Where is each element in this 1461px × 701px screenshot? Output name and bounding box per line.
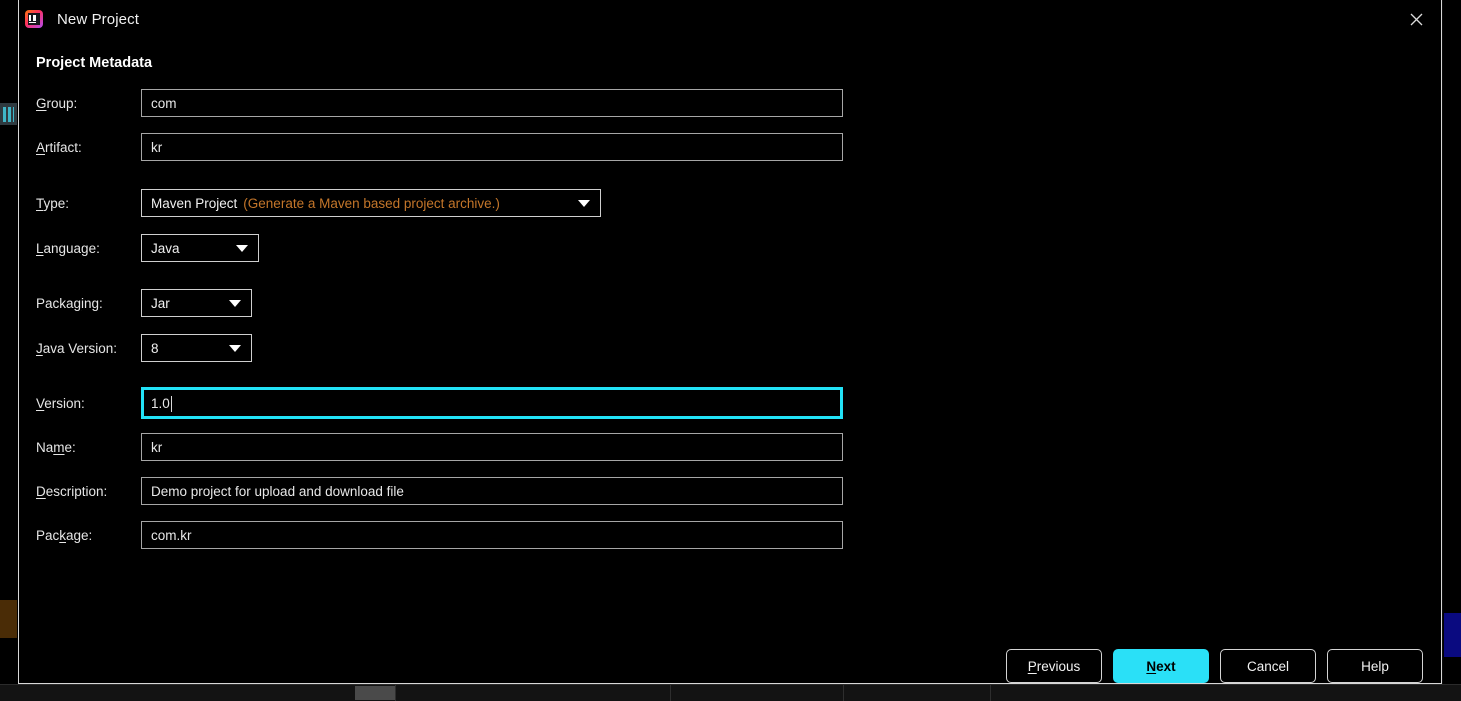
ide-status-bar bbox=[0, 684, 1461, 701]
ide-selection-block bbox=[1444, 613, 1461, 657]
form-row-name: Name: kr bbox=[36, 432, 1431, 462]
form-row-language: Language: Java bbox=[36, 233, 1431, 263]
type-dropdown-hint: (Generate a Maven based project archive.… bbox=[243, 195, 500, 211]
version-input[interactable]: 1.0 bbox=[141, 387, 843, 419]
java-version-dropdown-value: 8 bbox=[151, 340, 159, 356]
label-description: Description: bbox=[36, 483, 108, 499]
label-package: Package: bbox=[36, 527, 93, 543]
label-java-version: Java Version: bbox=[36, 340, 118, 356]
label-artifact: Artifact: bbox=[36, 139, 82, 155]
dialog-title: New Project bbox=[57, 10, 139, 28]
packaging-dropdown[interactable]: Jar bbox=[141, 289, 252, 317]
type-dropdown-value: Maven Project bbox=[151, 195, 238, 211]
language-dropdown[interactable]: Java bbox=[141, 234, 259, 262]
previous-button[interactable]: Previous bbox=[1006, 649, 1102, 683]
status-bar-divider bbox=[843, 685, 844, 701]
label-type: Type: bbox=[36, 195, 70, 211]
description-input[interactable]: Demo project for upload and download fil… bbox=[141, 477, 843, 505]
status-bar-divider bbox=[395, 685, 396, 701]
form-row-java-version: Java Version: 8 bbox=[36, 333, 1431, 363]
project-metadata-form: Group: com Artifact: kr Type: Maven Proj… bbox=[36, 88, 1431, 550]
language-dropdown-value: Java bbox=[151, 240, 180, 256]
form-row-version: Version: 1.0 bbox=[36, 387, 1431, 419]
chevron-down-icon bbox=[578, 200, 590, 207]
artifact-input[interactable]: kr bbox=[141, 133, 843, 161]
form-row-artifact: Artifact: kr bbox=[36, 132, 1431, 162]
label-packaging: Packaging: bbox=[36, 295, 103, 311]
status-bar-divider bbox=[670, 685, 671, 701]
label-version: Version: bbox=[36, 395, 85, 411]
chevron-down-icon bbox=[229, 300, 241, 307]
label-language: Language: bbox=[36, 240, 100, 256]
new-project-dialog: New Project Project Metadata Group: com … bbox=[18, 0, 1442, 684]
ide-highlight-block bbox=[0, 600, 17, 638]
type-dropdown[interactable]: Maven Project (Generate a Maven based pr… bbox=[141, 189, 601, 217]
form-row-description: Description: Demo project for upload and… bbox=[36, 476, 1431, 506]
name-input[interactable]: kr bbox=[141, 433, 843, 461]
status-bar-handle bbox=[355, 686, 395, 700]
text-caret bbox=[170, 396, 172, 412]
cancel-button[interactable]: Cancel bbox=[1220, 649, 1316, 683]
label-group: Group: bbox=[36, 95, 78, 111]
status-bar-divider bbox=[990, 685, 991, 701]
dialog-title-bar: New Project bbox=[19, 0, 1441, 38]
next-button[interactable]: Next bbox=[1113, 649, 1209, 683]
chevron-down-icon bbox=[229, 345, 241, 352]
dialog-button-bar: Previous Next Cancel Help bbox=[1006, 649, 1423, 683]
label-name: Name: bbox=[36, 439, 76, 455]
group-input[interactable]: com bbox=[141, 89, 843, 117]
form-row-packaging: Packaging: Jar bbox=[36, 288, 1431, 318]
form-row-group: Group: com bbox=[36, 88, 1431, 118]
section-heading: Project Metadata bbox=[36, 55, 153, 71]
java-version-dropdown[interactable]: 8 bbox=[141, 334, 252, 362]
form-row-type: Type: Maven Project (Generate a Maven ba… bbox=[36, 188, 1431, 218]
close-icon[interactable] bbox=[1399, 6, 1433, 32]
packaging-dropdown-value: Jar bbox=[151, 295, 170, 311]
form-row-package: Package: com.kr bbox=[36, 520, 1431, 550]
ide-selected-item-bars bbox=[3, 107, 14, 122]
chevron-down-icon bbox=[236, 245, 248, 252]
package-input[interactable]: com.kr bbox=[141, 521, 843, 549]
ide-right-edge-strip bbox=[1443, 0, 1461, 685]
help-button[interactable]: Help bbox=[1327, 649, 1423, 683]
intellij-idea-icon bbox=[25, 10, 43, 28]
